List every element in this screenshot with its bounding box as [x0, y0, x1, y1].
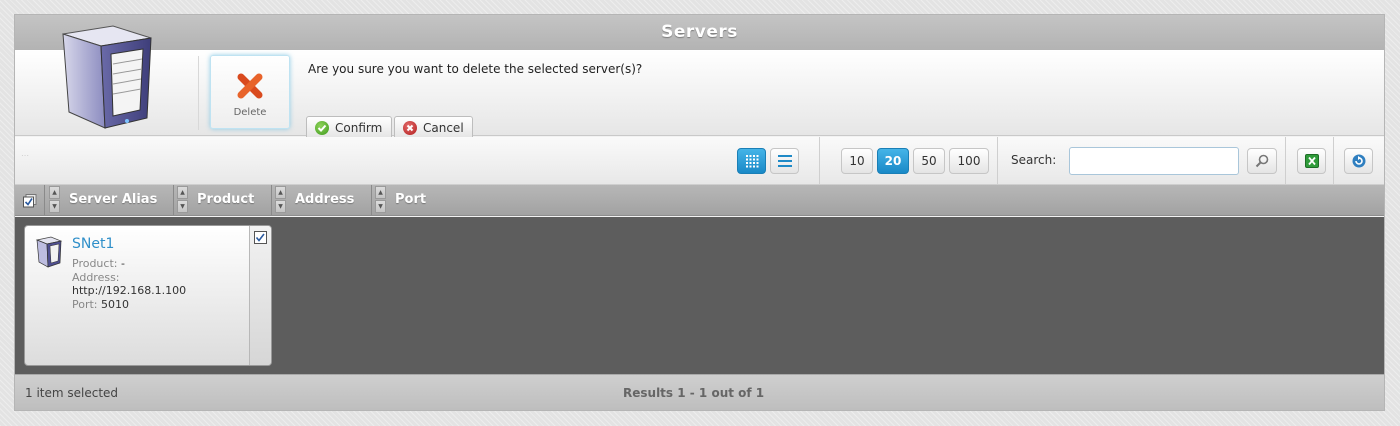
address-label: Address:: [72, 270, 120, 284]
column-divider: [371, 185, 372, 215]
sort-address[interactable]: ▲ ▼: [275, 186, 286, 214]
col-port[interactable]: Port: [395, 185, 426, 215]
magnifier-icon: [1255, 154, 1269, 168]
search-label: Search:: [1011, 153, 1057, 167]
action-header: Delete Are you sure you want to delete t…: [15, 25, 1384, 140]
column-divider: [173, 185, 174, 215]
selection-count: 1 item selected: [25, 386, 119, 400]
column-header-row: ▲ ▼ Server Alias ▲ ▼ Product ▲ ▼ Address ▲ ▼…: [15, 185, 1384, 216]
page-size-50[interactable]: 50: [913, 148, 945, 174]
page-size-100[interactable]: 100: [949, 148, 989, 174]
server-grid: SNet1 Product: - Address: http://192.168…: [15, 217, 1384, 374]
list-view-button[interactable]: [770, 148, 799, 174]
status-bar: 1 item selected Results 1 - 1 out of 1: [15, 374, 1384, 410]
green-check-icon: [315, 121, 329, 135]
product-value: -: [120, 257, 125, 270]
results-summary: Results 1 - 1 out of 1: [623, 386, 765, 400]
list-view-icon: [777, 155, 792, 167]
server-alias-link[interactable]: SNet1: [72, 236, 114, 252]
server-details: Product: - Address: http://192.168.1.100…: [72, 257, 186, 311]
toolbar-divider: [1285, 137, 1286, 184]
header-divider: [198, 56, 199, 130]
card-select-strip: [249, 226, 271, 365]
sort-product[interactable]: ▲ ▼: [177, 186, 188, 214]
port-label: Port:: [72, 297, 98, 311]
server-select-checkbox[interactable]: [254, 231, 267, 244]
search-button[interactable]: [1247, 148, 1277, 174]
server-icon: [35, 236, 63, 268]
sort-port[interactable]: ▲ ▼: [375, 186, 386, 214]
grid-view-icon: [745, 155, 758, 168]
page-size-10[interactable]: 10: [841, 148, 873, 174]
red-x-icon: [237, 73, 263, 99]
sort-server-alias[interactable]: ▲ ▼: [49, 186, 60, 214]
cancel-button-label: Cancel: [423, 121, 464, 135]
servers-window: Servers Delete Are you sure you want to …: [14, 14, 1385, 411]
red-x-circle-icon: [403, 121, 417, 135]
grid-view-button[interactable]: [737, 148, 766, 174]
refresh-icon: [1352, 154, 1365, 168]
confirm-button-label: Confirm: [335, 121, 383, 135]
page-size-20[interactable]: 20: [877, 148, 909, 174]
delete-button-label: Delete: [233, 107, 267, 118]
port-value: 5010: [101, 297, 130, 311]
delete-button[interactable]: Delete: [210, 55, 290, 129]
drag-grip-icon: ⋯: [21, 151, 29, 160]
server-tower-icon: [62, 25, 152, 129]
col-product[interactable]: Product: [197, 185, 254, 215]
col-server-alias[interactable]: Server Alias: [69, 185, 157, 215]
select-all-checkbox[interactable]: [23, 194, 37, 208]
column-divider: [271, 185, 272, 215]
toolbar-divider: [819, 137, 820, 184]
search-input[interactable]: [1069, 147, 1239, 175]
column-divider: [44, 185, 45, 215]
server-card[interactable]: SNet1 Product: - Address: http://192.168…: [24, 225, 272, 366]
excel-icon: [1304, 154, 1319, 168]
product-label: Product:: [72, 257, 118, 270]
toolbar-divider: [997, 137, 998, 184]
export-excel-button[interactable]: [1297, 148, 1326, 174]
toolbar-divider: [1333, 137, 1334, 184]
confirm-message: Are you sure you want to delete the sele…: [308, 62, 643, 76]
toolbar: ⋯ 10 20 50 100 Search:: [15, 137, 1384, 185]
address-value: http://192.168.1.100: [72, 284, 187, 297]
window-title: Servers: [15, 15, 1384, 50]
col-address[interactable]: Address: [295, 185, 354, 215]
refresh-button[interactable]: [1344, 148, 1373, 174]
